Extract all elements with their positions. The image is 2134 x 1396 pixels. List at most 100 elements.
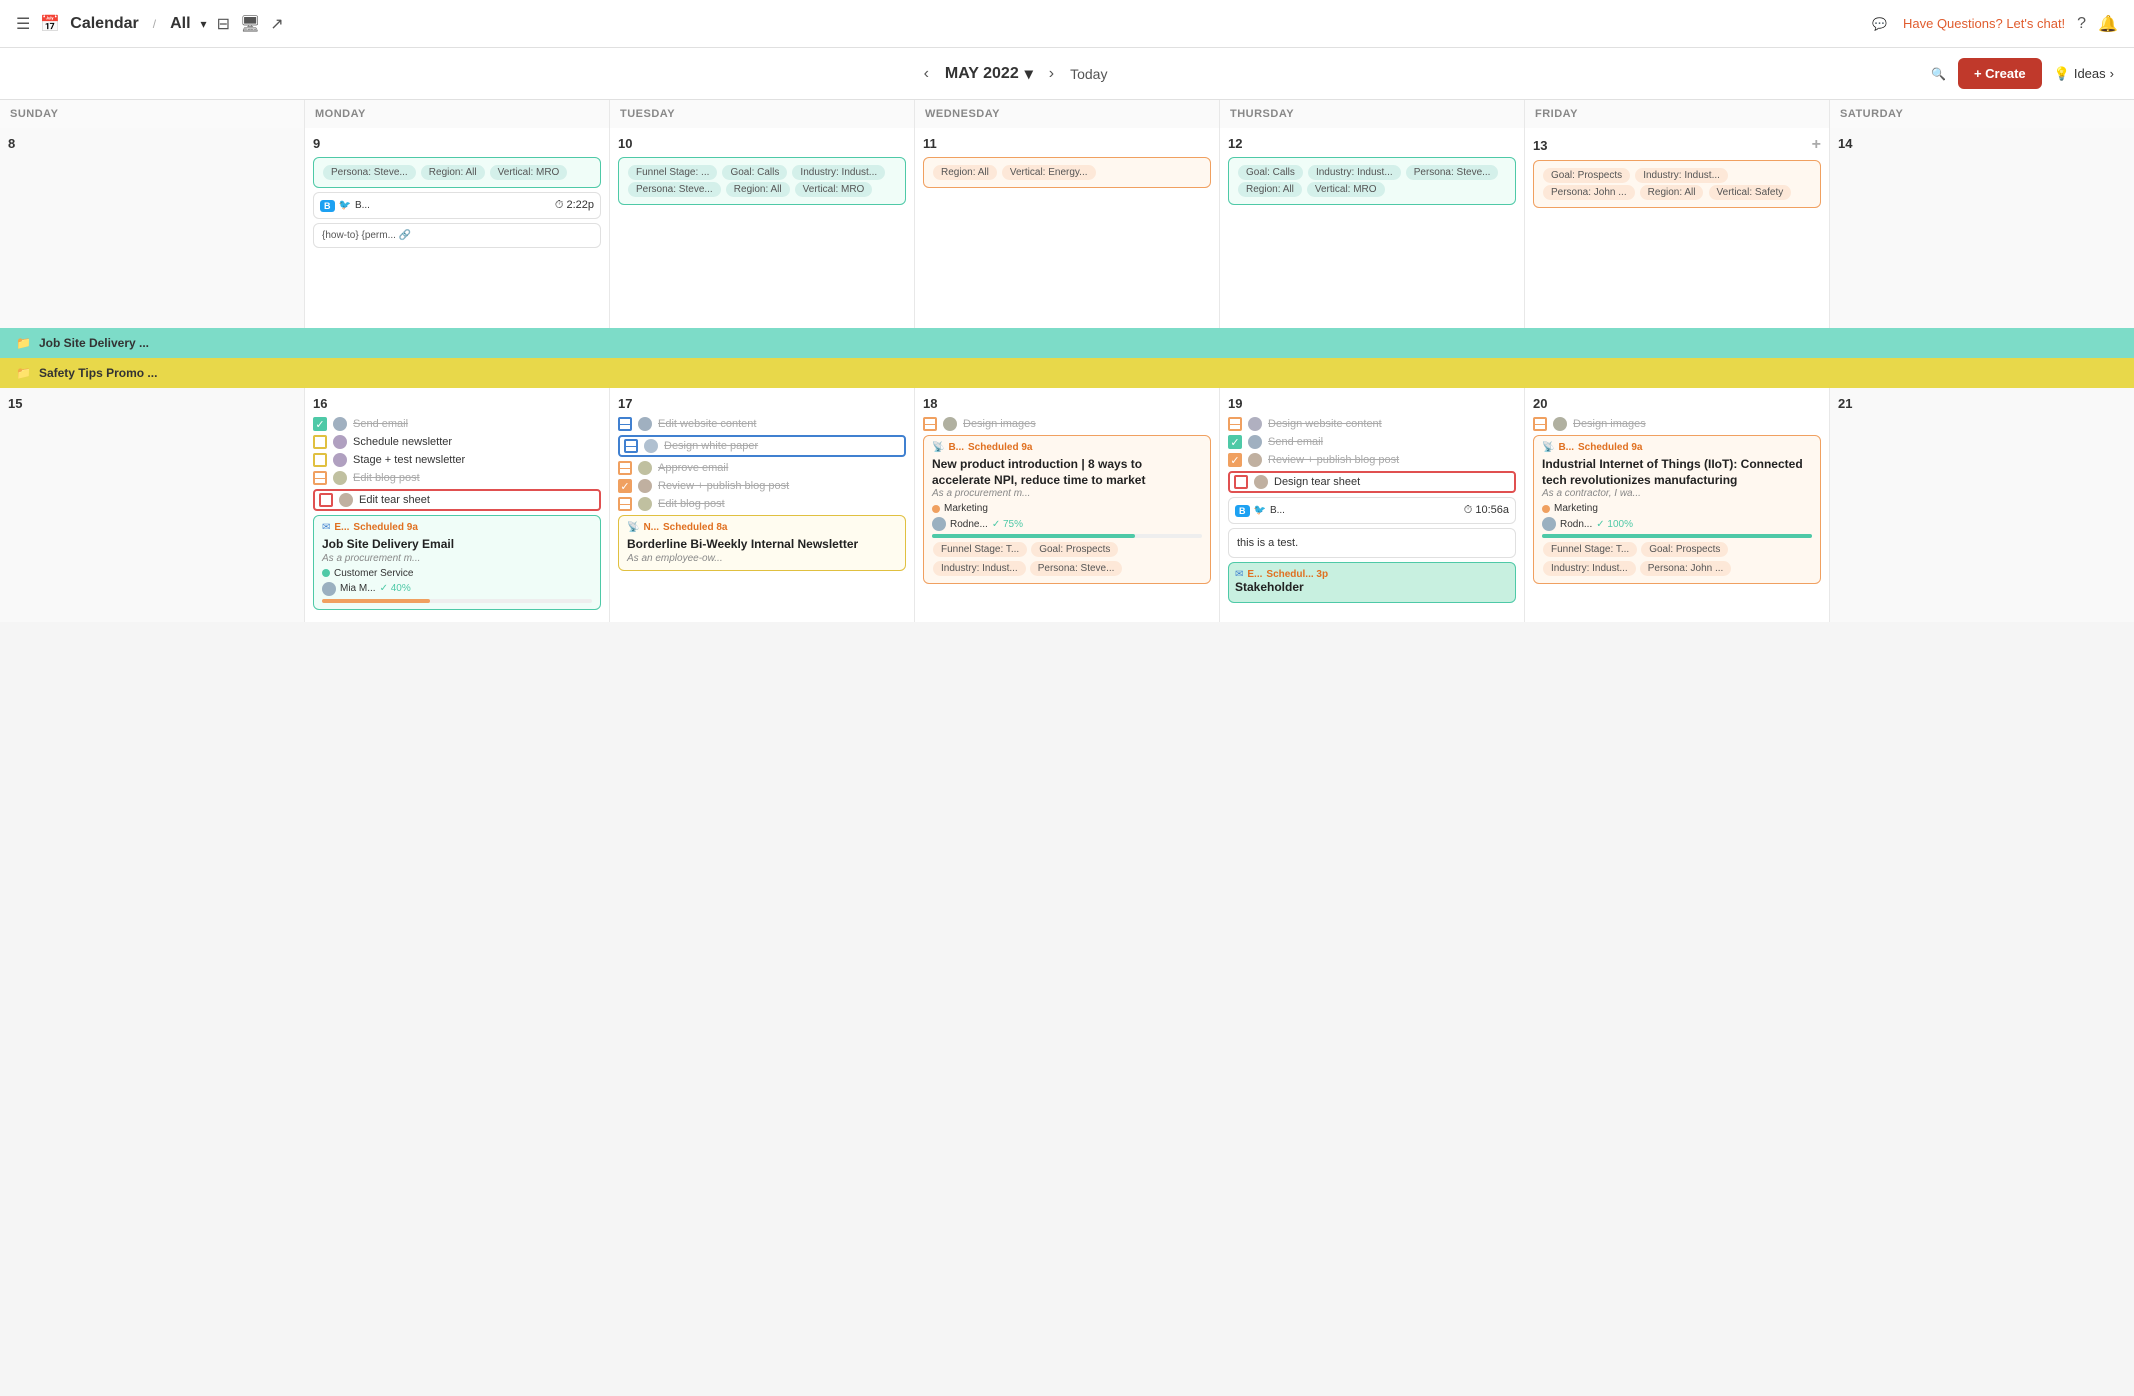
checkbox-send-email[interactable]: ✓ — [313, 417, 327, 431]
avatar-mia — [322, 582, 336, 596]
checkbox-send-email-19[interactable]: ✓ — [1228, 435, 1242, 449]
chevron-down-icon[interactable]: ▾ — [201, 17, 207, 31]
today-button[interactable]: Today — [1070, 66, 1107, 82]
prev-month-button[interactable]: ‹ — [924, 65, 929, 83]
job-site-delivery-banner[interactable]: 📁 Job Site Delivery ... — [0, 328, 2134, 358]
task-edit-tear-sheet[interactable]: Edit tear sheet — [313, 489, 601, 511]
day-number-11: 11 — [923, 136, 1211, 151]
checkbox-review-publish[interactable]: ✓ — [618, 479, 632, 493]
friday-13-tags-card[interactable]: Goal: Prospects Industry: Indust... Pers… — [1533, 160, 1821, 208]
task-label-design-images-18: Design images — [963, 418, 1036, 430]
task-label-design-images-20: Design images — [1573, 418, 1646, 430]
bell-icon[interactable]: 🔔 — [2098, 14, 2118, 34]
task-label-schedule-newsletter: Schedule newsletter — [353, 436, 452, 448]
new-product-intro-card[interactable]: 📡 B... Scheduled 9a New product introduc… — [923, 435, 1211, 584]
checkbox-edit-blog[interactable]: — — [313, 471, 327, 485]
task-label-edit-tear-sheet: Edit tear sheet — [359, 494, 430, 506]
stakeholder-card-19[interactable]: ✉ E... Schedul... 3p Stakeholder — [1228, 562, 1516, 603]
checkbox-approve-email[interactable]: — — [618, 461, 632, 475]
ideas-button[interactable]: 💡 Ideas › — [2054, 66, 2114, 82]
task-design-tear-sheet-19[interactable]: Design tear sheet — [1228, 471, 1516, 493]
task-edit-blog-17[interactable]: — Edit blog post — [618, 497, 906, 511]
calendar-header: ‹ MAY 2022 ▾ › Today 🔍 + Create 💡 Ideas … — [0, 48, 2134, 100]
day-number-19: 19 — [1228, 396, 1516, 411]
tag-region: Region: All — [726, 182, 790, 197]
task-design-images-20[interactable]: — Design images — [1533, 417, 1821, 431]
tag-industry-18: Industry: Indust... — [933, 561, 1026, 576]
checkbox-schedule-newsletter[interactable] — [313, 435, 327, 449]
scheduled-time-9a-18: Scheduled 9a — [968, 442, 1032, 453]
help-icon[interactable]: ? — [2077, 15, 2086, 33]
task-approve-email[interactable]: — Approve email — [618, 461, 906, 475]
next-month-button[interactable]: › — [1049, 65, 1054, 83]
borderline-newsletter-card[interactable]: 📡 N... Scheduled 8a Borderline Bi-Weekly… — [618, 515, 906, 571]
wednesday-11-tags-card[interactable]: Region: All Vertical: Energy... — [923, 157, 1211, 188]
day-number-14: 14 — [1838, 136, 2126, 151]
tuesday-10-tags-card[interactable]: Funnel Stage: ... Goal: Calls Industry: … — [618, 157, 906, 205]
menu-icon[interactable]: ☰ — [16, 14, 30, 34]
share-icon[interactable]: ↗ — [270, 14, 283, 34]
avatar-design-images-18 — [943, 417, 957, 431]
avatar-schedule-newsletter — [333, 435, 347, 449]
tag-goal: Goal: Prospects — [1543, 168, 1630, 183]
task-design-white-paper[interactable]: — Design white paper — [618, 435, 906, 457]
task-design-website-19[interactable]: — Design website content — [1228, 417, 1516, 431]
avatar-edit-blog — [333, 471, 347, 485]
task-schedule-newsletter[interactable]: Schedule newsletter — [313, 435, 601, 449]
task-edit-blog[interactable]: — Edit blog post — [313, 471, 601, 485]
task-send-email[interactable]: ✓ Send email — [313, 417, 601, 431]
checkbox-design-images-18[interactable]: — — [923, 417, 937, 431]
dot-marketing-20 — [1542, 505, 1550, 513]
desktop-icon[interactable]: 🖥 — [240, 14, 260, 34]
task-design-images-18[interactable]: — Design images — [923, 417, 1211, 431]
tag-funnel: Funnel Stage: ... — [628, 165, 717, 180]
folder-icon: 📁 — [16, 336, 31, 350]
search-icon[interactable]: 🔍 — [1931, 67, 1946, 81]
dot-marketing-18 — [932, 505, 940, 513]
task-edit-website[interactable]: — Edit website content — [618, 417, 906, 431]
checkbox-design-white-paper[interactable]: — — [624, 439, 638, 453]
day-header-wednesday: WEDNESDAY — [915, 100, 1219, 128]
filter-icon[interactable]: ⊟ — [217, 14, 230, 34]
twitter-icon: 🐦 — [339, 200, 351, 211]
tag-goal-18: Goal: Prospects — [1031, 542, 1118, 557]
monday-9-tags-card[interactable]: Persona: Steve... Region: All Vertical: … — [313, 157, 601, 188]
tag-persona-18: Persona: Steve... — [1030, 561, 1123, 576]
task-send-email-19[interactable]: ✓ Send email — [1228, 435, 1516, 449]
day-number-15: 15 — [8, 396, 296, 411]
task-stage-newsletter[interactable]: Stage + test newsletter — [313, 453, 601, 467]
monday-9-post-card[interactable]: B 🐦 B... ⏱ 2:22p — [313, 192, 601, 219]
person-rodn-20: Rodn... — [1560, 519, 1592, 530]
checkbox-review-19[interactable]: ✓ — [1228, 453, 1242, 467]
chat-link[interactable]: Have Questions? Let's chat! — [1903, 16, 2065, 31]
create-button[interactable]: + Create — [1958, 58, 2042, 89]
task-label-edit-blog: Edit blog post — [353, 472, 420, 484]
add-icon[interactable]: + — [1812, 136, 1821, 154]
safety-tips-promo-banner[interactable]: 📁 Safety Tips Promo ... — [0, 358, 2134, 388]
day-cell-10: 10 Funnel Stage: ... Goal: Calls Industr… — [610, 128, 914, 328]
day-cell-16: 16 ✓ Send email Schedule newsletter Stag… — [305, 388, 609, 622]
job-site-delivery-card[interactable]: ✉ E... Scheduled 9a Job Site Delivery Em… — [313, 515, 601, 610]
thursday-12-tags-card[interactable]: Goal: Calls Industry: Indust... Persona:… — [1228, 157, 1516, 205]
tag-goal-20: Goal: Prospects — [1641, 542, 1728, 557]
progress-check: ✓ 40% — [380, 583, 411, 594]
checkbox-design-tear-sheet-19[interactable] — [1234, 475, 1248, 489]
rss-icon-18: 📡 — [932, 442, 944, 453]
task-review-publish[interactable]: ✓ Review + publish blog post — [618, 479, 906, 493]
calendar-nav: ‹ MAY 2022 ▾ › Today — [924, 64, 1108, 84]
scheduled-time-9a: Scheduled 9a — [353, 522, 417, 533]
task-label-approve-email: Approve email — [658, 462, 728, 474]
card-subtitle-job-site: As a procurement m... — [322, 553, 592, 564]
post-card-19[interactable]: B 🐦 B... ⏱ 10:56a — [1228, 497, 1516, 524]
checkbox-edit-tear-sheet[interactable] — [319, 493, 333, 507]
iiot-card-20[interactable]: 📡 B... Scheduled 9a Industrial Internet … — [1533, 435, 1821, 584]
day-header-thursday: THURSDAY — [1220, 100, 1524, 128]
task-review-19[interactable]: ✓ Review + publish blog post — [1228, 453, 1516, 467]
checkbox-edit-blog-17[interactable]: — — [618, 497, 632, 511]
checkbox-design-images-20[interactable]: — — [1533, 417, 1547, 431]
nav-all-label[interactable]: All — [170, 15, 190, 33]
checkbox-stage-newsletter[interactable] — [313, 453, 327, 467]
month-dropdown-icon[interactable]: ▾ — [1025, 64, 1033, 84]
checkbox-edit-website[interactable]: — — [618, 417, 632, 431]
checkbox-design-website-19[interactable]: — — [1228, 417, 1242, 431]
